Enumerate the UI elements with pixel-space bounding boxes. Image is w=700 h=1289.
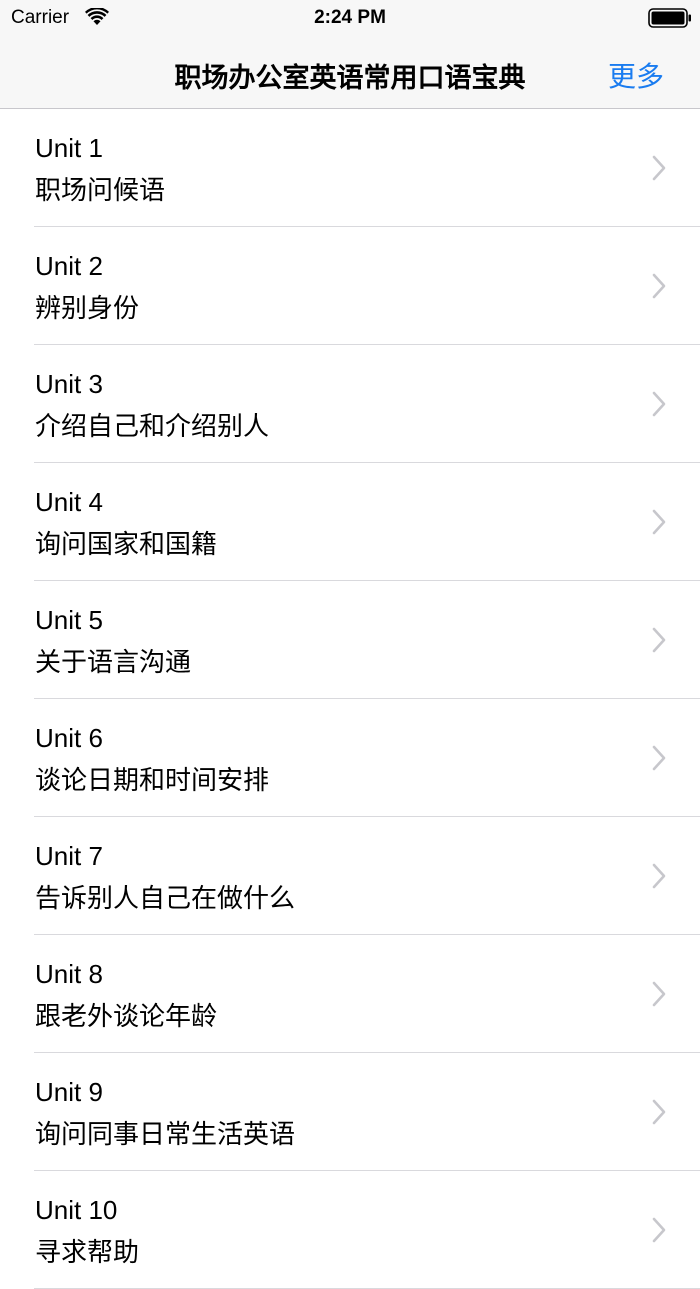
unit-label: Unit 3: [35, 369, 103, 399]
unit-title: 介绍自己和介绍别人: [35, 411, 270, 441]
chevron-right-icon: [652, 863, 666, 889]
unit-title: 谈论日期和时间安排: [35, 765, 270, 795]
battery-icon: [648, 8, 691, 28]
unit-label: Unit 9: [35, 1077, 103, 1107]
chevron-right-icon: [652, 745, 666, 771]
status-bar: Carrier 2:24 PM: [0, 0, 700, 38]
chevron-right-icon: [652, 509, 666, 535]
list-item-unit-8[interactable]: Unit 8 跟老外谈论年龄: [0, 935, 700, 1053]
unit-label: Unit 1: [35, 133, 103, 163]
list-item-unit-1[interactable]: Unit 1 职场问候语: [0, 109, 700, 227]
unit-label: Unit 6: [35, 723, 103, 753]
list-item-unit-2[interactable]: Unit 2 辨别身份: [0, 227, 700, 345]
unit-label: Unit 4: [35, 487, 103, 517]
list-item-unit-10[interactable]: Unit 10 寻求帮助: [0, 1171, 700, 1289]
unit-title: 询问同事日常生活英语: [35, 1119, 296, 1149]
list-item-unit-5[interactable]: Unit 5 关于语言沟通: [0, 581, 700, 699]
list-item-unit-7[interactable]: Unit 7 告诉别人自己在做什么: [0, 817, 700, 935]
unit-label: Unit 7: [35, 841, 103, 871]
list-item-unit-3[interactable]: Unit 3 介绍自己和介绍别人: [0, 345, 700, 463]
list-item-unit-4[interactable]: Unit 4 询问国家和国籍: [0, 463, 700, 581]
unit-label: Unit 10: [35, 1195, 118, 1225]
unit-title: 辨别身份: [35, 293, 140, 323]
chevron-right-icon: [652, 391, 666, 417]
list-item-unit-6[interactable]: Unit 6 谈论日期和时间安排: [0, 699, 700, 817]
unit-label: Unit 8: [35, 959, 103, 989]
status-time: 2:24 PM: [314, 7, 386, 28]
unit-title: 告诉别人自己在做什么: [35, 883, 296, 913]
unit-title: 跟老外谈论年龄: [35, 1001, 218, 1031]
list-item-unit-9[interactable]: Unit 9 询问同事日常生活英语: [0, 1053, 700, 1171]
chevron-right-icon: [652, 155, 666, 181]
chevron-right-icon: [652, 627, 666, 653]
page-title: 职场办公室英语常用口语宝典: [174, 63, 526, 93]
chevron-right-icon: [652, 273, 666, 299]
chevron-right-icon: [652, 981, 666, 1007]
unit-title: 职场问候语: [35, 175, 166, 205]
unit-list: Unit 1 职场问候语 Unit 2 辨别身份 Unit 3 介绍自己和介绍别…: [0, 109, 700, 1289]
unit-title: 关于语言沟通: [35, 647, 192, 677]
navigation-bar: 职场办公室英语常用口语宝典 更多: [0, 38, 700, 109]
unit-label: Unit 5: [35, 605, 103, 635]
chevron-right-icon: [652, 1099, 666, 1125]
more-button[interactable]: 更多: [608, 55, 664, 95]
unit-title: 寻求帮助: [35, 1237, 140, 1267]
unit-title: 询问国家和国籍: [35, 529, 218, 559]
unit-label: Unit 2: [35, 251, 103, 281]
chevron-right-icon: [652, 1217, 666, 1243]
